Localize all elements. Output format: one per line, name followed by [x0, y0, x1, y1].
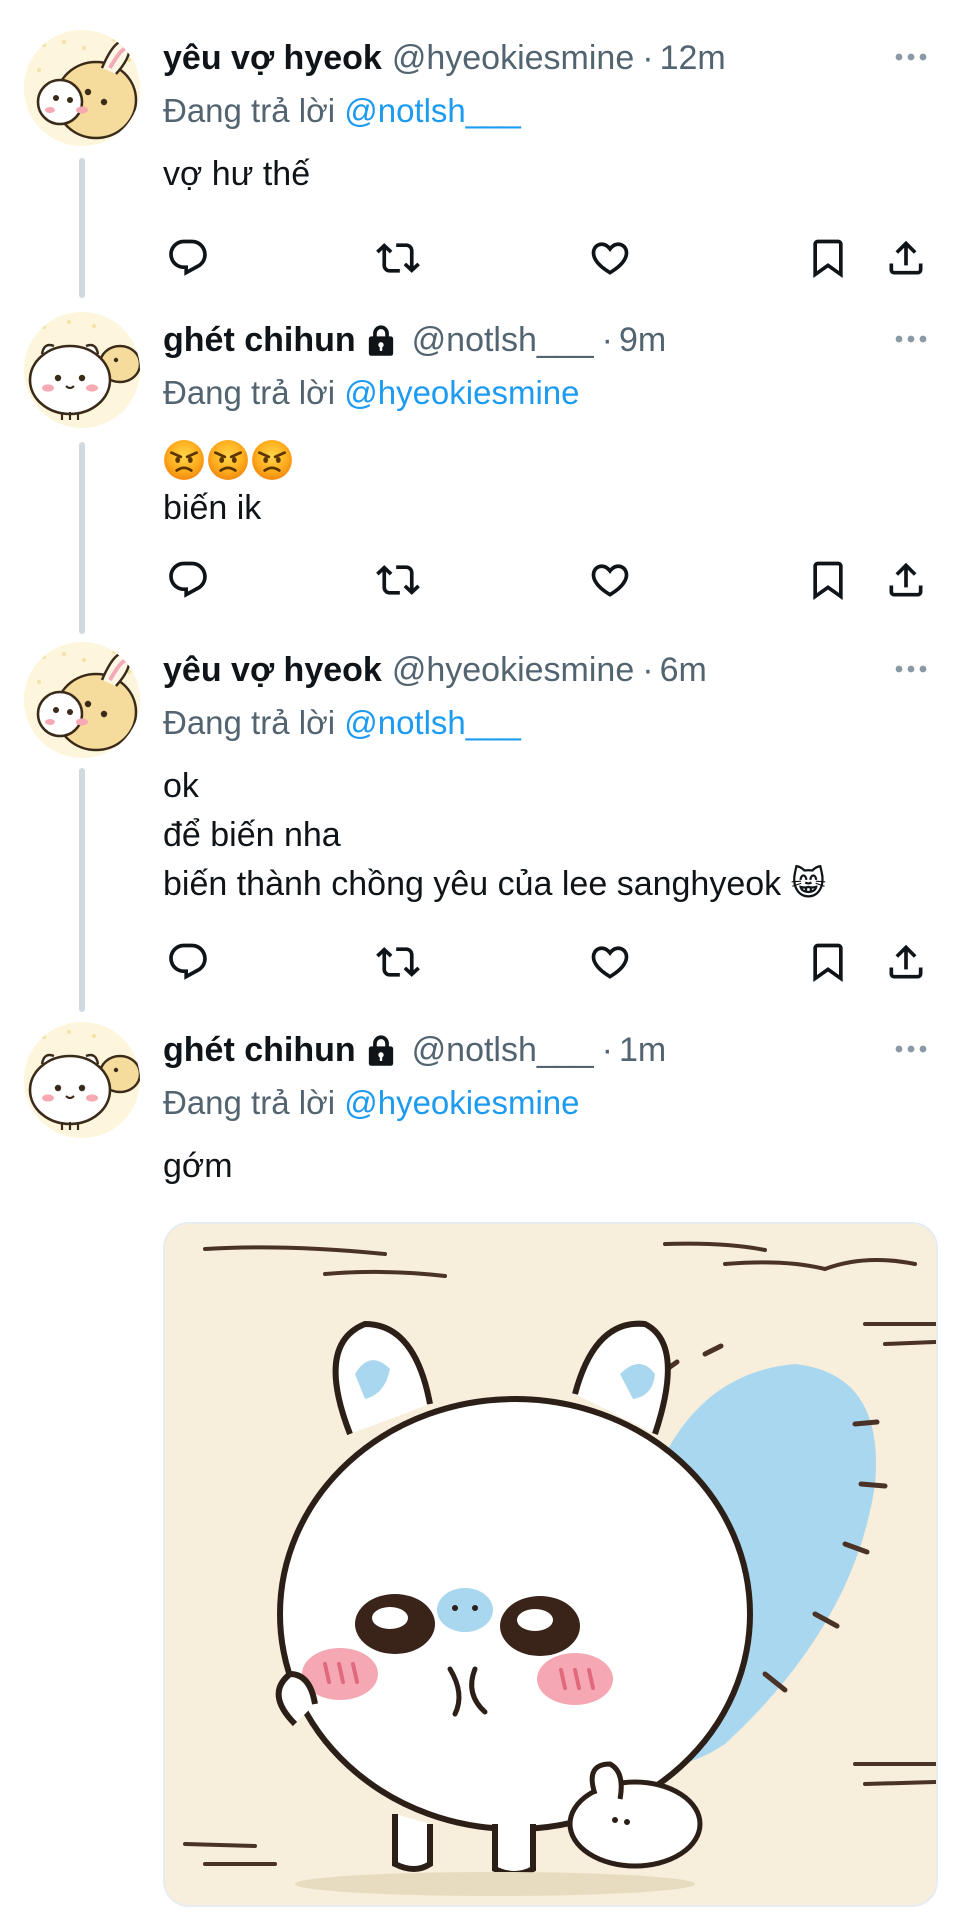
user-handle[interactable]: @hyeokiesmine [392, 30, 634, 86]
replying-to-label: Đang trả lời [163, 1084, 345, 1121]
replying-to-mention[interactable]: @notlsh___ [344, 92, 521, 129]
reply-button[interactable] [163, 552, 213, 608]
reply-button[interactable] [163, 934, 213, 990]
hamster-avatar[interactable] [24, 1022, 140, 1138]
timestamp[interactable]: 1m [619, 1022, 666, 1078]
angry-face-emoji [163, 439, 205, 481]
bunny-avatar[interactable] [24, 642, 140, 758]
timestamp[interactable]: 9m [619, 312, 666, 368]
share-icon [884, 558, 928, 602]
angry-face-emoji [251, 439, 293, 481]
separator-dot: · [642, 651, 654, 689]
tweet-text: vợ hư thế [163, 155, 311, 193]
retweet-icon [376, 236, 420, 280]
lock-icon [366, 323, 396, 357]
replying-to-mention[interactable]: @hyeokiesmine [344, 374, 579, 411]
bookmark-button[interactable] [803, 552, 853, 608]
tweet[interactable]: ghét chihun @notlsh___ · 9m Đang trả lời… [0, 312, 961, 632]
tweet-header: yêu vợ hyeok @hyeokiesmine · 12m [163, 30, 931, 86]
share-button[interactable] [881, 230, 931, 286]
display-name[interactable]: yêu vợ hyeok [163, 642, 382, 698]
lock-icon [366, 1033, 396, 1067]
replying-to: Đang trả lời @notlsh___ [163, 698, 931, 748]
hamster-avatar[interactable] [24, 312, 140, 428]
replying-to-label: Đang trả lời [163, 704, 345, 741]
replying-to-mention[interactable]: @hyeokiesmine [344, 1084, 579, 1121]
retweet-icon [376, 558, 420, 602]
tweet-actions [163, 934, 938, 990]
tweet-actions [163, 230, 938, 286]
bookmark-button[interactable] [803, 934, 853, 990]
bookmark-icon [806, 558, 850, 602]
bookmark-button[interactable] [803, 230, 853, 286]
retweet-button[interactable] [373, 552, 423, 608]
retweet-button[interactable] [373, 230, 423, 286]
tweet-header: ghét chihun @notlsh___ · 1m [163, 1022, 931, 1078]
replying-to-mention[interactable]: @notlsh___ [344, 704, 521, 741]
tweet-header: ghét chihun @notlsh___ · 9m [163, 312, 931, 368]
retweet-icon [376, 940, 420, 984]
user-handle[interactable]: @hyeokiesmine [392, 642, 634, 698]
user-handle[interactable]: @notlsh___ [412, 1022, 594, 1078]
angry-face-emoji [207, 439, 249, 481]
display-name[interactable]: yêu vợ hyeok [163, 30, 382, 86]
like-button[interactable] [585, 934, 635, 990]
replying-to-label: Đang trả lời [163, 374, 345, 411]
separator-dot: · [601, 321, 613, 359]
replying-to-label: Đang trả lời [163, 92, 345, 129]
user-handle[interactable]: @notlsh___ [412, 312, 594, 368]
replying-to: Đang trả lời @hyeokiesmine [163, 1078, 931, 1128]
timestamp[interactable]: 12m [660, 30, 726, 86]
tweet-header: yêu vợ hyeok @hyeokiesmine · 6m [163, 642, 931, 698]
more-icon[interactable] [891, 1034, 931, 1064]
tweet[interactable]: yêu vợ hyeok @hyeokiesmine · 12m Đang tr… [0, 30, 961, 290]
more-icon[interactable] [891, 654, 931, 684]
tweet-actions [163, 552, 938, 608]
bookmark-icon [806, 236, 850, 280]
like-button[interactable] [585, 552, 635, 608]
heart-icon [588, 236, 632, 280]
share-button[interactable] [881, 552, 931, 608]
bunny-avatar[interactable] [24, 30, 140, 146]
separator-dot: · [642, 39, 654, 77]
display-name[interactable]: ghét chihun [163, 312, 356, 368]
tweet[interactable]: yêu vợ hyeok @hyeokiesmine · 6m Đang trả… [0, 642, 961, 1002]
share-icon [884, 940, 928, 984]
squirrel-illustration [165, 1224, 936, 1905]
share-icon [884, 236, 928, 280]
separator-dot: · [601, 1031, 613, 1069]
tweet-text: ok để biến nha biến thành chồng yêu của … [163, 767, 827, 903]
more-icon[interactable] [891, 324, 931, 354]
timestamp[interactable]: 6m [660, 642, 707, 698]
reply-button[interactable] [163, 230, 213, 286]
tweet-text: gớm [163, 1147, 233, 1185]
reply-icon [166, 558, 210, 602]
share-button[interactable] [881, 934, 931, 990]
reply-icon [166, 236, 210, 280]
like-button[interactable] [585, 230, 635, 286]
reply-icon [166, 940, 210, 984]
bookmark-icon [806, 940, 850, 984]
replying-to: Đang trả lời @notlsh___ [163, 86, 931, 136]
tweet[interactable]: ghét chihun @notlsh___ · 1m Đang trả lời… [0, 1022, 961, 1222]
more-icon[interactable] [891, 42, 931, 72]
heart-icon [588, 558, 632, 602]
retweet-button[interactable] [373, 934, 423, 990]
emoji-row [163, 438, 931, 482]
display-name[interactable]: ghét chihun [163, 1022, 356, 1078]
heart-icon [588, 940, 632, 984]
tweet-text: biến ik [163, 489, 262, 527]
chiikawa-squirrel-image[interactable] [163, 1222, 938, 1907]
replying-to: Đang trả lời @hyeokiesmine [163, 368, 931, 418]
